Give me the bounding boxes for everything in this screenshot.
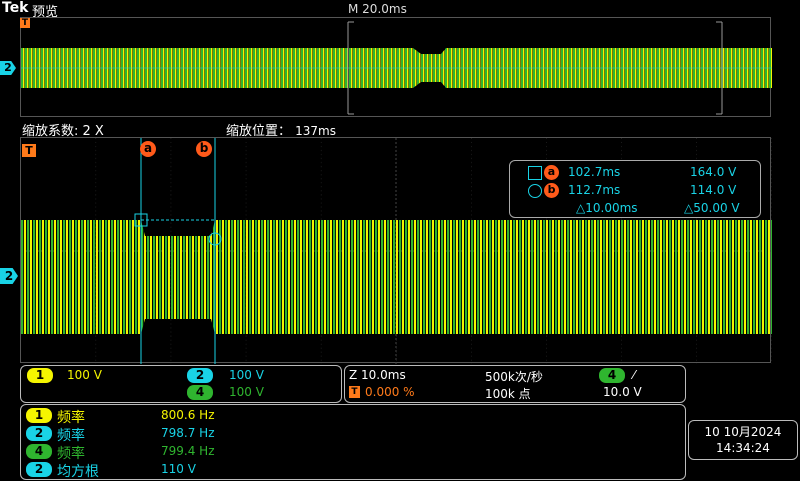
ch2-badge[interactable]: 2: [187, 368, 213, 383]
cursor-b-value: 114.0 V: [690, 183, 737, 197]
acquisition-panel[interactable]: Z 10.0ms T 0.000 % 500k次/秒 100k 点 4 ⁄ 10…: [344, 365, 686, 403]
time-text: 14:34:24: [716, 441, 770, 455]
cursor-a-square-icon: [528, 166, 542, 180]
measurement-name: 频率: [57, 410, 85, 426]
measurement-row[interactable]: 2 均方根 110 V: [21, 461, 621, 480]
cursor-b-time: 112.7ms: [568, 183, 621, 197]
measurement-channel-badge: 2: [26, 462, 52, 477]
cursor-b-handle[interactable]: b: [196, 141, 212, 157]
measurement-name: 频率: [57, 446, 85, 462]
overview-channel-marker[interactable]: 2: [0, 61, 16, 75]
trigger-source-badge[interactable]: 4: [599, 368, 625, 383]
trigger-slope-icon: ⁄: [633, 368, 636, 382]
measurement-channel-badge: 4: [26, 444, 52, 459]
trigger-position: 0.000 %: [365, 385, 415, 399]
overview-panel[interactable]: [20, 17, 772, 117]
sample-rate: 500k次/秒: [485, 370, 543, 384]
trigger-level: 10.0 V: [603, 385, 642, 399]
record-length: 100k 点: [485, 387, 531, 401]
ch4-badge[interactable]: 4: [187, 385, 213, 400]
measurement-name: 均方根: [57, 464, 99, 480]
measurement-row[interactable]: 1 频率 800.6 Hz: [21, 407, 621, 426]
zoom-trigger-marker[interactable]: T: [22, 144, 36, 157]
ch2-scale: 100 V: [229, 368, 264, 382]
measurement-channel-badge: 1: [26, 408, 52, 423]
measurement-value: 798.7 Hz: [161, 426, 215, 440]
cursor-b-badge: b: [544, 183, 559, 198]
cursor-b-circle-icon: [528, 184, 542, 198]
cursor-delta-value: △50.00 V: [684, 201, 740, 215]
overview-trigger-marker[interactable]: T: [20, 18, 30, 28]
ch1-badge[interactable]: 1: [27, 368, 53, 383]
brand-logo: Tek: [2, 0, 29, 16]
timebase-label: M 20.0ms: [348, 2, 407, 16]
ch1-scale: 100 V: [67, 368, 102, 382]
measurement-row[interactable]: 2 频率 798.7 Hz: [21, 425, 621, 444]
zoom-position-value: 137ms: [295, 124, 337, 138]
cursor-a-value: 164.0 V: [690, 165, 737, 179]
cursor-a-handle[interactable]: a: [140, 141, 156, 157]
trigger-position-marker: T: [349, 386, 360, 398]
ch4-scale: 100 V: [229, 385, 264, 399]
zoom-channel-marker[interactable]: 2: [0, 268, 18, 284]
measurement-row[interactable]: 4 频率 799.4 Hz: [21, 443, 621, 462]
zoom-timebase: Z 10.0ms: [349, 368, 406, 382]
date-text: 10 10月2024: [704, 425, 782, 439]
measurement-value: 799.4 Hz: [161, 444, 215, 458]
cursor-readout[interactable]: a 102.7ms 164.0 V b 112.7ms 114.0 V △10.…: [509, 160, 761, 218]
overview-waveform: [21, 21, 772, 115]
cursor-a-badge: a: [544, 165, 559, 180]
channel-scale-panel[interactable]: 1 100 V 2 100 V 4 100 V: [20, 365, 342, 403]
measurement-name: 频率: [57, 428, 85, 444]
measurement-value: 110 V: [161, 462, 196, 476]
measurement-channel-badge: 2: [26, 426, 52, 441]
cursor-delta-time: △10.00ms: [576, 201, 638, 215]
datetime-panel[interactable]: 10 10月2024 14:34:24: [688, 420, 798, 460]
cursor-a-time: 102.7ms: [568, 165, 621, 179]
measurements-panel[interactable]: 1 频率 800.6 Hz 2 频率 798.7 Hz 4 频率 799.4 Hz 2 均方根 110…: [20, 404, 686, 480]
measurement-value: 800.6 Hz: [161, 408, 215, 422]
